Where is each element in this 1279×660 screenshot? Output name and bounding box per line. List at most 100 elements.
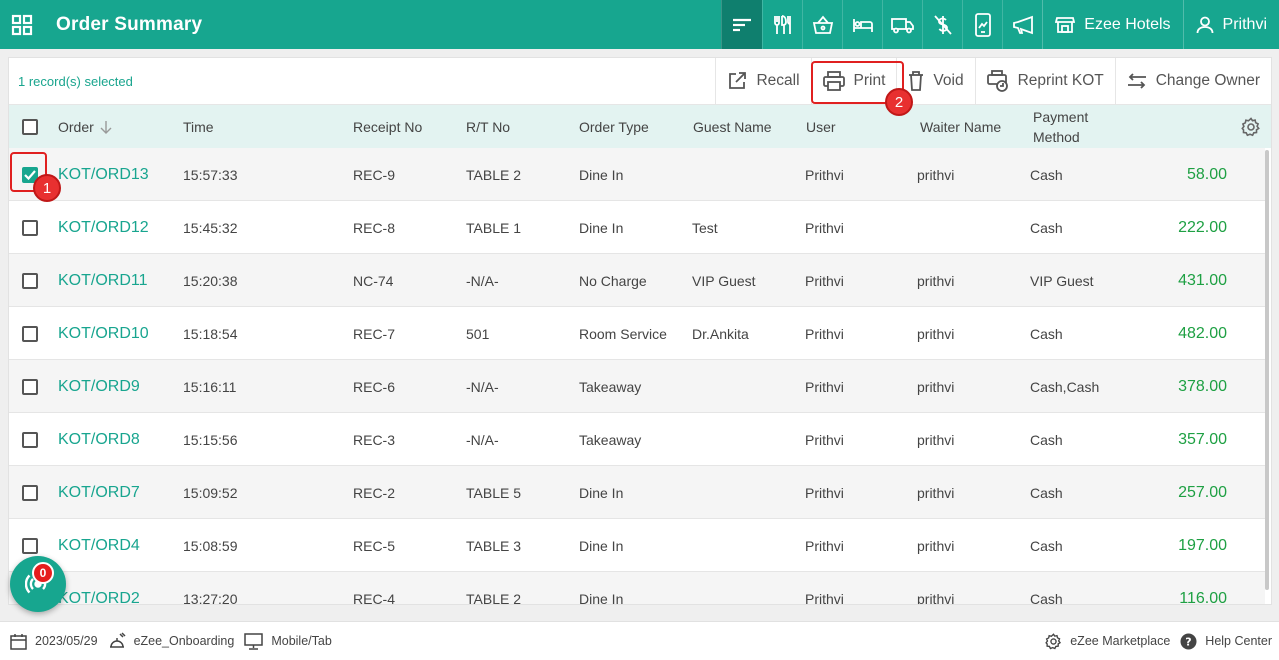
- table-header: Order Time Receipt No R/T No Order Type …: [9, 105, 1271, 148]
- order-list-icon[interactable]: [721, 0, 763, 49]
- cell-receipt: REC-2: [353, 484, 396, 501]
- footer-device-text: Mobile/Tab: [271, 634, 332, 648]
- select-all-checkbox[interactable]: [22, 105, 38, 148]
- cell-time: 15:18:54: [183, 325, 238, 342]
- cell-amount: 58.00: [1186, 165, 1227, 183]
- cell-amount: 482.00: [1178, 324, 1227, 342]
- help-icon: ?: [1180, 633, 1197, 649]
- cell-waiter: prithvi: [917, 166, 955, 183]
- footer-date-text: 2023/05/29: [35, 634, 98, 648]
- cell-receipt: REC-3: [353, 431, 396, 448]
- cell-payment: Cash: [1030, 484, 1063, 501]
- header-guest[interactable]: Guest Name: [693, 105, 772, 148]
- header-waiter[interactable]: Waiter Name: [920, 105, 1001, 148]
- no-charge-icon[interactable]: [922, 0, 962, 49]
- cell-order[interactable]: KOT/ORD4: [58, 519, 140, 572]
- cell-type: Takeaway: [579, 431, 642, 448]
- table-row[interactable]: KOT/ORD8 15:15:56 REC-3 -N/A- Takeaway Prithv…: [9, 413, 1265, 466]
- cell-order[interactable]: KOT/ORD9: [58, 360, 140, 413]
- header-rt[interactable]: R/T No: [466, 105, 510, 148]
- cell-waiter: prithvi: [917, 325, 955, 342]
- cell-type: Takeaway: [579, 378, 642, 395]
- cell-order[interactable]: KOT/ORD2: [58, 572, 140, 605]
- apps-grid-icon[interactable]: [0, 0, 44, 49]
- row-checkbox[interactable]: [22, 466, 38, 519]
- cell-payment: Cash: [1030, 590, 1063, 605]
- recall-button[interactable]: Recall: [715, 58, 810, 105]
- cell-receipt: REC-7: [353, 325, 396, 342]
- announcement-icon[interactable]: [1002, 0, 1042, 49]
- vertical-scrollbar[interactable]: [1265, 150, 1269, 590]
- table-row[interactable]: KOT/ORD11 15:20:38 NC-74 -N/A- No Charge VIP …: [9, 254, 1265, 307]
- cell-amount: 431.00: [1178, 271, 1227, 289]
- header-receipt[interactable]: Receipt No: [353, 105, 422, 148]
- cell-rt: TABLE 1: [466, 219, 521, 236]
- swap-arrows-icon: [1127, 73, 1146, 89]
- header-order[interactable]: Order: [58, 105, 112, 148]
- table-row[interactable]: KOT/ORD2 13:27:20 REC-4 TABLE 2 Dine In Prith…: [9, 572, 1265, 605]
- row-checkbox[interactable]: [22, 201, 38, 254]
- app: Order Summary Ezee Hotels Prithvi 1 reco…: [0, 0, 1279, 660]
- cell-amount: 222.00: [1178, 218, 1227, 236]
- table-row[interactable]: KOT/ORD12 15:45:32 REC-8 TABLE 1 Dine In Test…: [9, 201, 1265, 254]
- property-name: Ezee Hotels: [1084, 15, 1171, 33]
- cell-order[interactable]: KOT/ORD7: [58, 466, 140, 519]
- cell-order[interactable]: KOT/ORD10: [58, 307, 149, 360]
- monitor-icon: [244, 632, 264, 650]
- cell-receipt: REC-8: [353, 219, 396, 236]
- table-body: KOT/ORD13 15:57:33 REC-9 TABLE 2 Dine In Prit…: [9, 148, 1271, 605]
- cell-order[interactable]: KOT/ORD8: [58, 413, 140, 466]
- row-checkbox[interactable]: [22, 307, 38, 360]
- void-label: Void: [933, 72, 964, 89]
- table-row[interactable]: KOT/ORD4 15:08:59 REC-5 TABLE 3 Dine In Prith…: [9, 519, 1265, 572]
- cell-waiter: prithvi: [917, 590, 955, 605]
- cell-payment: Cash: [1030, 166, 1063, 183]
- selection-status: 1 record(s) selected: [18, 73, 133, 89]
- cell-receipt: REC-4: [353, 590, 396, 605]
- gear-icon: [1045, 632, 1062, 649]
- row-checkbox[interactable]: [22, 413, 38, 466]
- delivery-truck-icon[interactable]: [882, 0, 922, 49]
- cell-user: Prithvi: [805, 272, 844, 289]
- cell-time: 15:09:52: [183, 484, 238, 501]
- cell-user: Prithvi: [805, 166, 844, 183]
- reprint-kot-button[interactable]: Reprint KOT: [974, 58, 1115, 105]
- basket-icon[interactable]: [802, 0, 842, 49]
- table-row[interactable]: KOT/ORD7 15:09:52 REC-2 TABLE 5 Dine In Prith…: [9, 466, 1265, 519]
- user-name: Prithvi: [1222, 15, 1267, 33]
- cell-payment: Cash,Cash: [1030, 378, 1100, 395]
- header-user[interactable]: User: [806, 105, 836, 148]
- help-center-label: Help Center: [1205, 634, 1272, 648]
- cell-time: 15:08:59: [183, 537, 238, 554]
- header-time[interactable]: Time: [183, 105, 214, 148]
- cell-type: Dine In: [579, 166, 624, 183]
- cell-rt: TABLE 5: [466, 484, 521, 501]
- table-row[interactable]: KOT/ORD10 15:18:54 REC-7 501 Room Service Dr.…: [9, 307, 1265, 360]
- cell-order[interactable]: KOT/ORD11: [58, 254, 148, 307]
- header-payment[interactable]: Payment Method: [1033, 105, 1088, 148]
- change-owner-button[interactable]: Change Owner: [1114, 58, 1271, 105]
- cell-order[interactable]: KOT/ORD13: [58, 148, 149, 201]
- marketplace-link[interactable]: eZee Marketplace: [1035, 632, 1170, 650]
- cell-order[interactable]: KOT/ORD12: [58, 201, 149, 254]
- cell-waiter: prithvi: [917, 378, 955, 395]
- top-header: Order Summary Ezee Hotels Prithvi: [0, 0, 1279, 49]
- table-row[interactable]: KOT/ORD13 15:57:33 REC-9 TABLE 2 Dine In Prit…: [9, 148, 1265, 201]
- header-type[interactable]: Order Type: [579, 105, 649, 148]
- help-center-link[interactable]: ? Help Center: [1170, 633, 1279, 650]
- row-checkbox[interactable]: [22, 254, 38, 307]
- open-external-icon: [729, 72, 747, 89]
- room-icon[interactable]: [842, 0, 882, 49]
- cell-user: Prithvi: [805, 378, 844, 395]
- restaurant-icon[interactable]: [762, 0, 802, 49]
- property-selector[interactable]: Ezee Hotels: [1042, 0, 1182, 49]
- row-checkbox[interactable]: [22, 360, 38, 413]
- table-row[interactable]: KOT/ORD9 15:16:11 REC-6 -N/A- Takeaway Prithv…: [9, 360, 1265, 413]
- user-menu[interactable]: Prithvi: [1182, 0, 1279, 49]
- footer-date: 2023/05/29: [0, 633, 98, 650]
- header-payment-line2: Method: [1033, 128, 1080, 145]
- cell-guest: Test: [692, 219, 718, 236]
- column-settings-gear-icon[interactable]: [1241, 105, 1261, 148]
- mobile-order-icon[interactable]: [962, 0, 1002, 49]
- cell-receipt: REC-9: [353, 166, 396, 183]
